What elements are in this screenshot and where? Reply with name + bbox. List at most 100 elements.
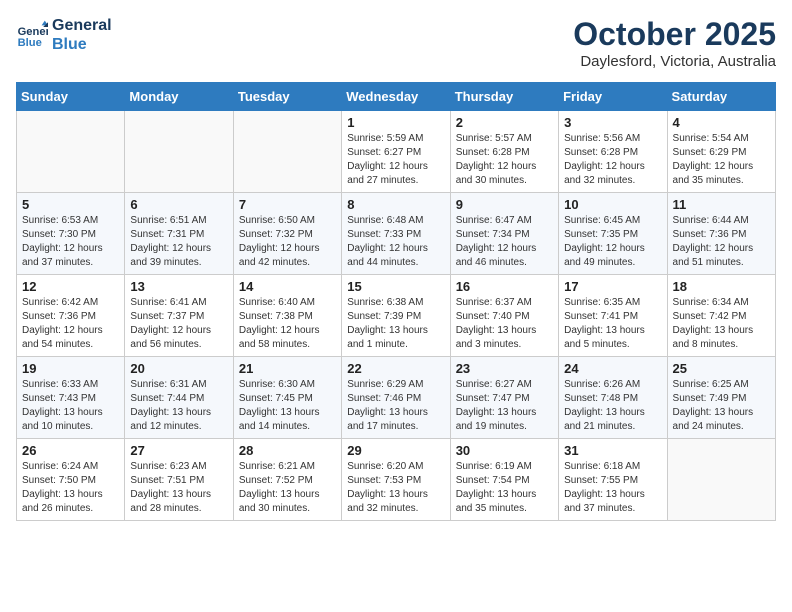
day-number: 8 xyxy=(347,197,444,212)
calendar-cell: 10 Sunrise: 6:45 AM Sunset: 7:35 PM Dayli… xyxy=(559,193,667,275)
day-info: Sunrise: 6:47 AM Sunset: 7:34 PM Dayligh… xyxy=(456,214,553,270)
day-info: Sunrise: 6:20 AM Sunset: 7:53 PM Dayligh… xyxy=(347,460,444,516)
day-info: Sunrise: 6:19 AM Sunset: 7:54 PM Dayligh… xyxy=(456,460,553,516)
calendar-cell: 3Sunrise: 5:56 AM Sunset: 6:28 PM Daylig… xyxy=(559,111,667,193)
calendar-cell: 15 Sunrise: 6:38 AM Sunset: 7:39 PM Dayli… xyxy=(342,275,450,357)
day-info: Sunrise: 6:41 AM Sunset: 7:37 PM Dayligh… xyxy=(130,296,227,352)
day-number: 31 xyxy=(564,443,661,458)
day-info: Sunrise: 6:35 AM Sunset: 7:41 PM Dayligh… xyxy=(564,296,661,352)
day-number: 5 xyxy=(22,197,119,212)
day-info: Sunrise: 5:54 AM Sunset: 6:29 PM Dayligh… xyxy=(673,132,770,188)
weekday-header-saturday: Saturday xyxy=(667,83,775,111)
day-info: Sunrise: 6:21 AM Sunset: 7:52 PM Dayligh… xyxy=(239,460,336,516)
day-number: 21 xyxy=(239,361,336,376)
month-title: October 2025 xyxy=(573,16,776,53)
calendar-cell xyxy=(233,111,341,193)
weekday-header-monday: Monday xyxy=(125,83,233,111)
day-number: 15 xyxy=(347,279,444,294)
day-number: 9 xyxy=(456,197,553,212)
calendar-cell: 6Sunrise: 6:51 AM Sunset: 7:31 PM Daylig… xyxy=(125,193,233,275)
calendar-week-4: 19 Sunrise: 6:33 AM Sunset: 7:43 PM Dayli… xyxy=(17,357,776,439)
day-info: Sunrise: 6:24 AM Sunset: 7:50 PM Dayligh… xyxy=(22,460,119,516)
day-number: 17 xyxy=(564,279,661,294)
calendar-week-2: 5 Sunrise: 6:53 AM Sunset: 7:30 PM Daylig… xyxy=(17,193,776,275)
calendar-cell: 27 Sunrise: 6:23 AM Sunset: 7:51 PM Dayli… xyxy=(125,439,233,521)
calendar-cell: 11 Sunrise: 6:44 AM Sunset: 7:36 PM Dayli… xyxy=(667,193,775,275)
day-info: Sunrise: 6:23 AM Sunset: 7:51 PM Dayligh… xyxy=(130,460,227,516)
calendar-cell: 8Sunrise: 6:48 AM Sunset: 7:33 PM Daylig… xyxy=(342,193,450,275)
calendar-cell: 18Sunrise: 6:34 AM Sunset: 7:42 PM Dayli… xyxy=(667,275,775,357)
day-number: 24 xyxy=(564,361,661,376)
logo-line1: General xyxy=(52,16,112,35)
calendar-cell: 22Sunrise: 6:29 AM Sunset: 7:46 PM Dayli… xyxy=(342,357,450,439)
calendar-cell: 4 Sunrise: 5:54 AM Sunset: 6:29 PM Daylig… xyxy=(667,111,775,193)
day-number: 11 xyxy=(673,197,770,212)
calendar-cell: 24 Sunrise: 6:26 AM Sunset: 7:48 PM Dayli… xyxy=(559,357,667,439)
day-info: Sunrise: 5:59 AM Sunset: 6:27 PM Dayligh… xyxy=(347,132,444,188)
day-info: Sunrise: 6:33 AM Sunset: 7:43 PM Dayligh… xyxy=(22,378,119,434)
day-number: 30 xyxy=(456,443,553,458)
svg-text:Blue: Blue xyxy=(18,37,42,49)
weekday-header-sunday: Sunday xyxy=(17,83,125,111)
day-number: 13 xyxy=(130,279,227,294)
calendar-cell: 31 Sunrise: 6:18 AM Sunset: 7:55 PM Dayli… xyxy=(559,439,667,521)
calendar-cell: 21 Sunrise: 6:30 AM Sunset: 7:45 PM Dayli… xyxy=(233,357,341,439)
day-info: Sunrise: 6:26 AM Sunset: 7:48 PM Dayligh… xyxy=(564,378,661,434)
day-number: 6 xyxy=(130,197,227,212)
day-number: 12 xyxy=(22,279,119,294)
day-number: 26 xyxy=(22,443,119,458)
calendar-cell: 26 Sunrise: 6:24 AM Sunset: 7:50 PM Dayli… xyxy=(17,439,125,521)
day-number: 23 xyxy=(456,361,553,376)
calendar-cell: 14 Sunrise: 6:40 AM Sunset: 7:38 PM Dayli… xyxy=(233,275,341,357)
day-number: 10 xyxy=(564,197,661,212)
title-block: October 2025 Daylesford, Victoria, Austr… xyxy=(573,16,776,70)
day-info: Sunrise: 5:57 AM Sunset: 6:28 PM Dayligh… xyxy=(456,132,553,188)
day-info: Sunrise: 6:25 AM Sunset: 7:49 PM Dayligh… xyxy=(673,378,770,434)
weekday-header-thursday: Thursday xyxy=(450,83,558,111)
day-info: Sunrise: 6:31 AM Sunset: 7:44 PM Dayligh… xyxy=(130,378,227,434)
day-number: 1 xyxy=(347,115,444,130)
calendar-cell: 16Sunrise: 6:37 AM Sunset: 7:40 PM Dayli… xyxy=(450,275,558,357)
day-info: Sunrise: 6:38 AM Sunset: 7:39 PM Dayligh… xyxy=(347,296,444,352)
calendar-cell: 2 Sunrise: 5:57 AM Sunset: 6:28 PM Daylig… xyxy=(450,111,558,193)
calendar-cell: 9 Sunrise: 6:47 AM Sunset: 7:34 PM Daylig… xyxy=(450,193,558,275)
day-number: 22 xyxy=(347,361,444,376)
calendar-cell: 23 Sunrise: 6:27 AM Sunset: 7:47 PM Dayli… xyxy=(450,357,558,439)
day-info: Sunrise: 6:45 AM Sunset: 7:35 PM Dayligh… xyxy=(564,214,661,270)
calendar-week-1: 1 Sunrise: 5:59 AM Sunset: 6:27 PM Daylig… xyxy=(17,111,776,193)
day-info: Sunrise: 6:44 AM Sunset: 7:36 PM Dayligh… xyxy=(673,214,770,270)
calendar-cell: 5 Sunrise: 6:53 AM Sunset: 7:30 PM Daylig… xyxy=(17,193,125,275)
day-number: 19 xyxy=(22,361,119,376)
calendar-cell: 30 Sunrise: 6:19 AM Sunset: 7:54 PM Dayli… xyxy=(450,439,558,521)
day-info: Sunrise: 6:40 AM Sunset: 7:38 PM Dayligh… xyxy=(239,296,336,352)
logo: General Blue General Blue xyxy=(16,16,112,54)
day-info: Sunrise: 6:53 AM Sunset: 7:30 PM Dayligh… xyxy=(22,214,119,270)
day-number: 14 xyxy=(239,279,336,294)
day-number: 27 xyxy=(130,443,227,458)
calendar-cell: 28 Sunrise: 6:21 AM Sunset: 7:52 PM Dayli… xyxy=(233,439,341,521)
calendar-cell: 13 Sunrise: 6:41 AM Sunset: 7:37 PM Dayli… xyxy=(125,275,233,357)
logo-icon: General Blue xyxy=(16,19,48,51)
day-number: 4 xyxy=(673,115,770,130)
day-info: Sunrise: 6:27 AM Sunset: 7:47 PM Dayligh… xyxy=(456,378,553,434)
calendar-cell xyxy=(17,111,125,193)
day-info: Sunrise: 5:56 AM Sunset: 6:28 PM Dayligh… xyxy=(564,132,661,188)
calendar-week-3: 12 Sunrise: 6:42 AM Sunset: 7:36 PM Dayli… xyxy=(17,275,776,357)
day-number: 7 xyxy=(239,197,336,212)
calendar-cell xyxy=(667,439,775,521)
day-number: 18 xyxy=(673,279,770,294)
day-number: 29 xyxy=(347,443,444,458)
day-number: 25 xyxy=(673,361,770,376)
calendar-table: SundayMondayTuesdayWednesdayThursdayFrid… xyxy=(16,82,776,521)
calendar-cell: 25 Sunrise: 6:25 AM Sunset: 7:49 PM Dayli… xyxy=(667,357,775,439)
day-number: 20 xyxy=(130,361,227,376)
day-number: 28 xyxy=(239,443,336,458)
weekday-header-tuesday: Tuesday xyxy=(233,83,341,111)
day-info: Sunrise: 6:42 AM Sunset: 7:36 PM Dayligh… xyxy=(22,296,119,352)
logo-line2: Blue xyxy=(52,35,112,54)
day-number: 2 xyxy=(456,115,553,130)
weekday-header-wednesday: Wednesday xyxy=(342,83,450,111)
day-info: Sunrise: 6:18 AM Sunset: 7:55 PM Dayligh… xyxy=(564,460,661,516)
svg-text:General: General xyxy=(18,26,48,38)
day-info: Sunrise: 6:30 AM Sunset: 7:45 PM Dayligh… xyxy=(239,378,336,434)
